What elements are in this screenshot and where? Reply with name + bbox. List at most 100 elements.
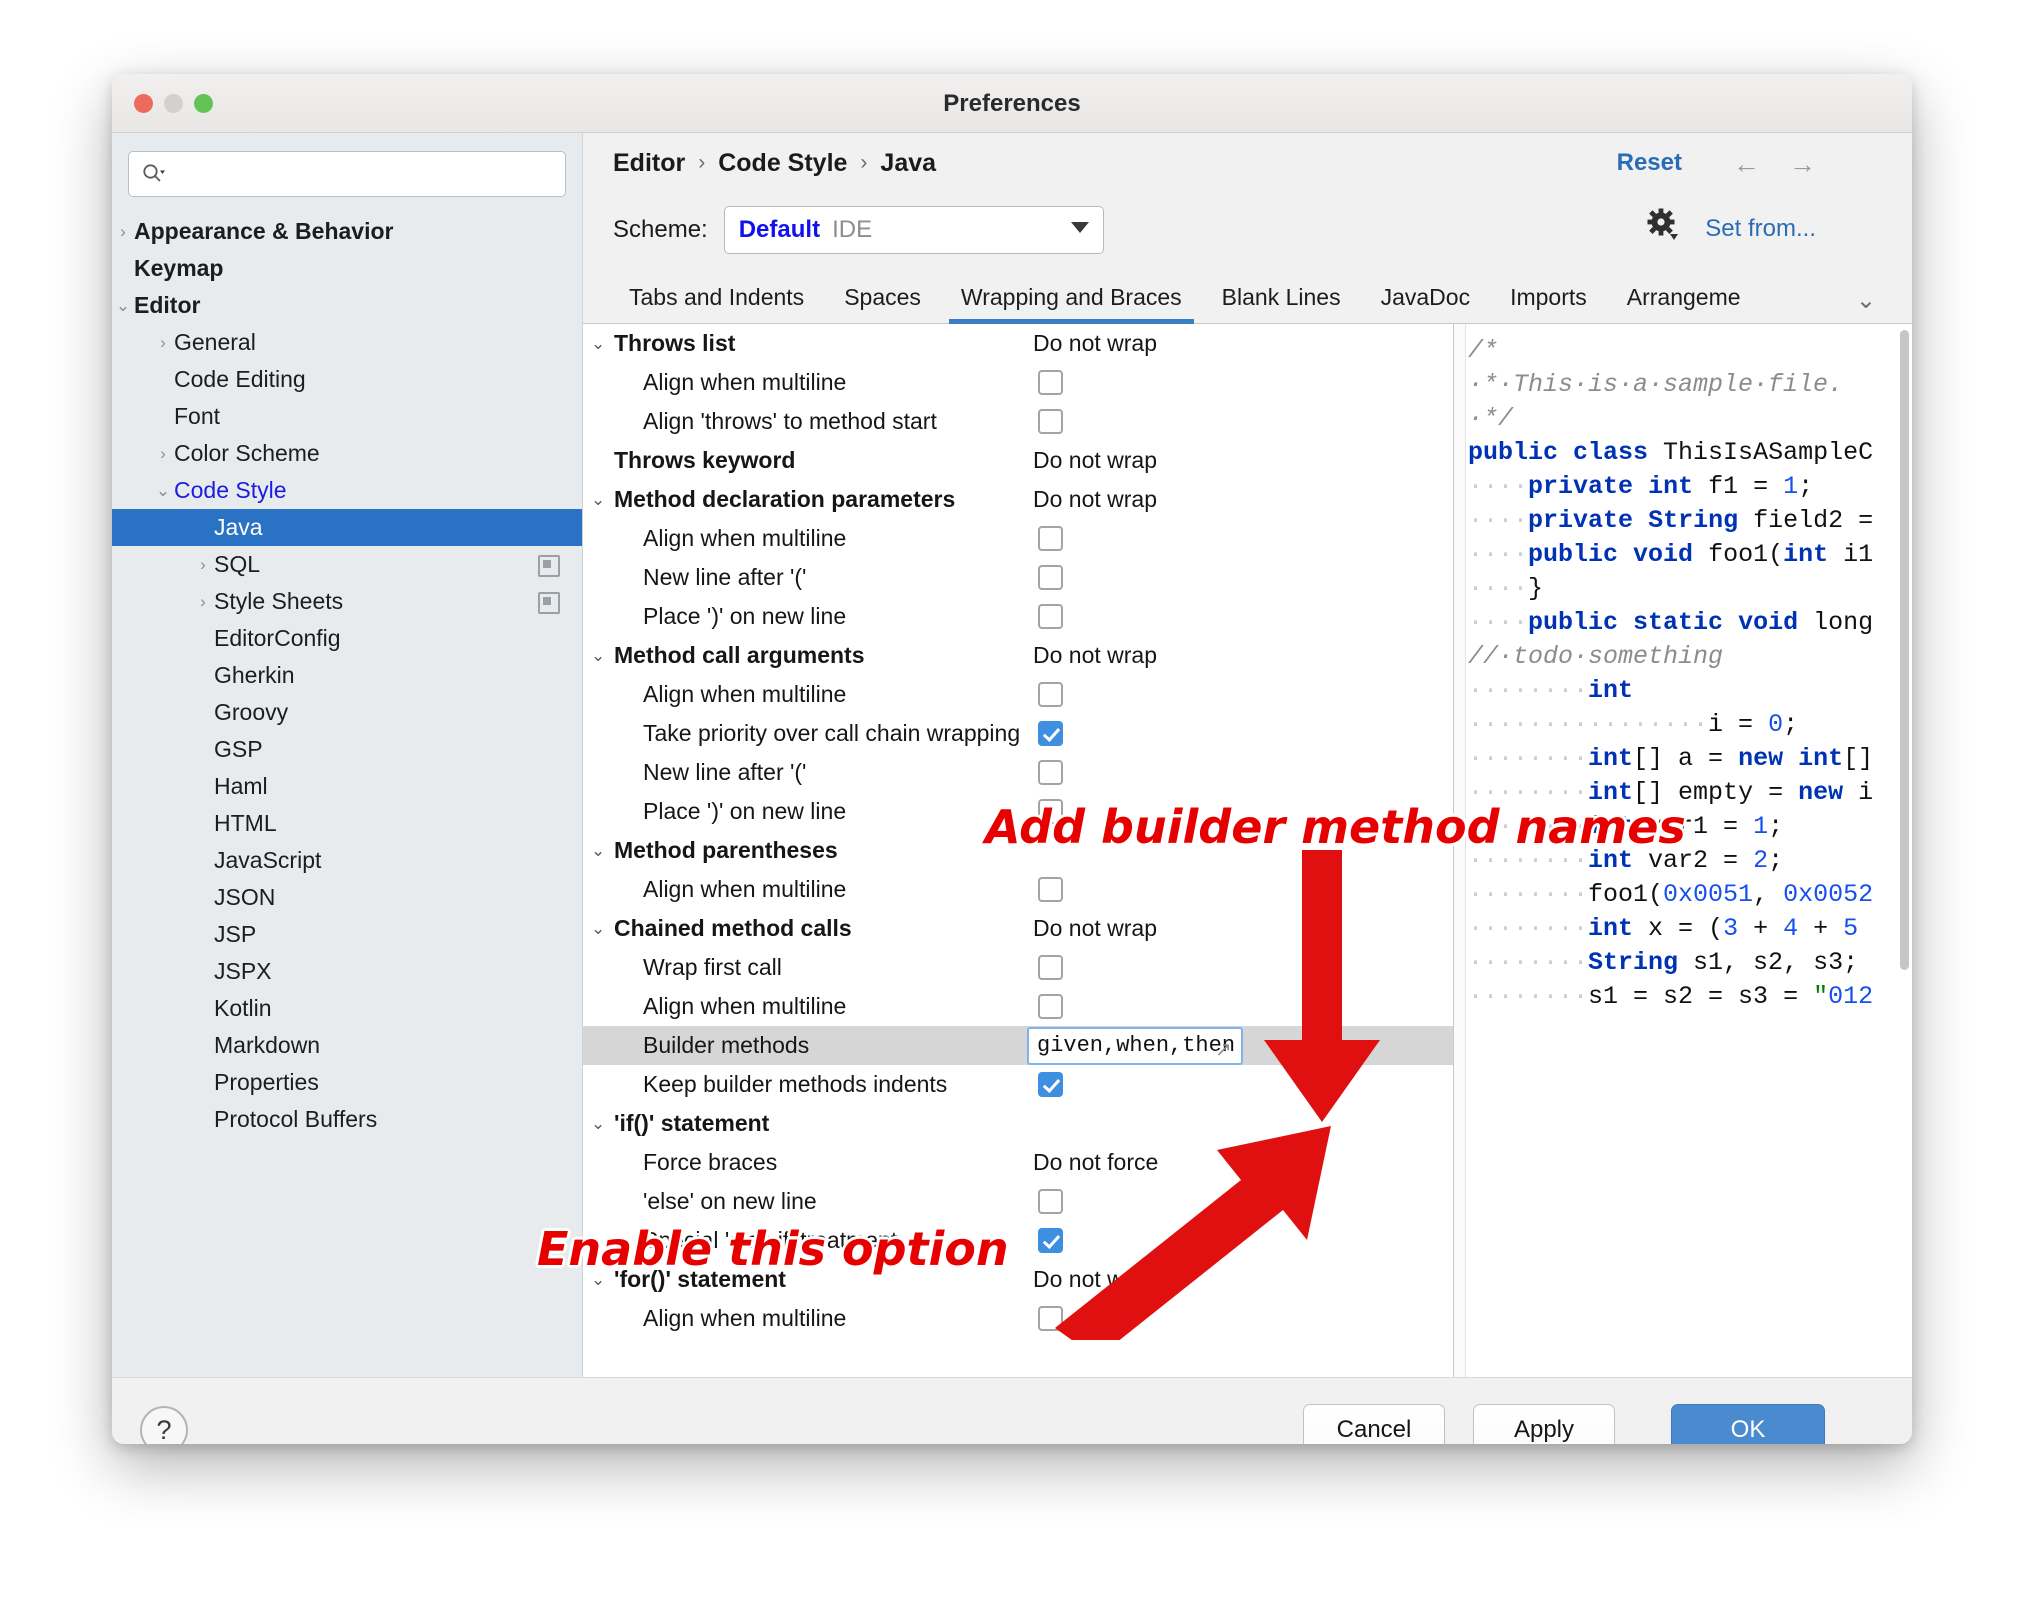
gear-icon[interactable] — [1646, 207, 1680, 241]
sidebar-item-code-editing[interactable]: Code Editing — [112, 361, 582, 398]
option-row[interactable]: ⌄ Chained method calls Do not wrap — [583, 909, 1453, 948]
sidebar-item-json[interactable]: JSON — [112, 879, 582, 916]
option-checkbox[interactable] — [1038, 721, 1063, 746]
option-checkbox[interactable] — [1038, 877, 1063, 902]
sidebar-item-editor[interactable]: ⌄ Editor — [112, 287, 582, 324]
chevron-down-icon[interactable]: ⌄ — [112, 297, 134, 314]
option-row[interactable]: Place ')' on new line — [583, 597, 1453, 636]
cancel-button[interactable]: Cancel — [1303, 1404, 1445, 1444]
tab-arrangeme[interactable]: Arrangeme — [1607, 284, 1761, 323]
option-checkbox[interactable] — [1038, 409, 1063, 434]
tab-tabs-and-indents[interactable]: Tabs and Indents — [609, 284, 824, 323]
option-row[interactable]: ⌄ Throws list Do not wrap — [583, 324, 1453, 363]
option-row[interactable]: ⌄ Method declaration parameters Do not wra… — [583, 480, 1453, 519]
sidebar-item-html[interactable]: HTML — [112, 805, 582, 842]
back-arrow-icon[interactable]: ← — [1733, 149, 1760, 180]
sidebar-item-markdown[interactable]: Markdown — [112, 1027, 582, 1064]
expand-icon[interactable]: ↗ — [1215, 1037, 1237, 1061]
chevron-right-icon[interactable]: › — [192, 593, 214, 610]
breadcrumb-editor[interactable]: Editor — [613, 149, 685, 178]
breadcrumb-code-style[interactable]: Code Style — [718, 149, 847, 178]
sidebar-item-editorconfig[interactable]: EditorConfig — [112, 620, 582, 657]
sidebar-item-font[interactable]: Font — [112, 398, 582, 435]
chevron-right-icon[interactable]: › — [152, 334, 174, 351]
apply-button[interactable]: Apply — [1473, 1404, 1615, 1444]
option-row[interactable]: Take priority over call chain wrapping — [583, 714, 1453, 753]
option-row[interactable]: Builder methods given,when,then ↗ — [583, 1026, 1453, 1065]
option-value[interactable]: Do not force — [1033, 1149, 1158, 1176]
option-row[interactable]: Align when multiline — [583, 363, 1453, 402]
sidebar-item-code-style[interactable]: ⌄ Code Style — [112, 472, 582, 509]
sidebar-item-gsp[interactable]: GSP — [112, 731, 582, 768]
tab-blank-lines[interactable]: Blank Lines — [1202, 284, 1361, 323]
option-checkbox[interactable] — [1038, 1189, 1063, 1214]
chevron-down-icon[interactable]: ⌄ — [591, 920, 605, 937]
builder-methods-input[interactable]: given,when,then ↗ — [1027, 1026, 1243, 1065]
option-value[interactable]: Do not wrap — [1033, 642, 1157, 669]
forward-arrow-icon[interactable]: → — [1789, 149, 1816, 180]
option-row[interactable]: Align when multiline — [583, 1299, 1453, 1338]
chevron-down-icon[interactable]: ⌄ — [591, 335, 605, 352]
chevron-right-icon[interactable]: › — [152, 445, 174, 462]
option-value[interactable]: Do not wrap — [1033, 447, 1157, 474]
tab-wrapping-and-braces[interactable]: Wrapping and Braces — [941, 284, 1202, 324]
option-value[interactable]: Do not wrap — [1033, 1266, 1157, 1293]
option-row[interactable]: ⌄ Method call arguments Do not wrap — [583, 636, 1453, 675]
sidebar-item-appearance-behavior[interactable]: › Appearance & Behavior — [112, 213, 582, 250]
option-row[interactable]: Wrap first call — [583, 948, 1453, 987]
option-checkbox[interactable] — [1038, 370, 1063, 395]
sidebar-item-general[interactable]: › General — [112, 324, 582, 361]
chevron-down-icon[interactable]: ⌄ — [591, 1115, 605, 1132]
option-checkbox[interactable] — [1038, 1228, 1063, 1253]
option-row[interactable]: Force braces Do not force — [583, 1143, 1453, 1182]
option-row[interactable]: New line after '(' — [583, 558, 1453, 597]
option-row[interactable]: ⌄ 'if()' statement — [583, 1104, 1453, 1143]
option-row[interactable]: Throws keyword Do not wrap — [583, 441, 1453, 480]
sidebar-item-protocol-buffers[interactable]: Protocol Buffers — [112, 1101, 582, 1138]
sidebar-item-color-scheme[interactable]: › Color Scheme — [112, 435, 582, 472]
option-checkbox[interactable] — [1038, 760, 1063, 785]
sidebar-item-jspx[interactable]: JSPX — [112, 953, 582, 990]
sidebar-item-groovy[interactable]: Groovy — [112, 694, 582, 731]
option-value[interactable]: Do not wrap — [1033, 330, 1157, 357]
option-row[interactable]: Align when multiline — [583, 987, 1453, 1026]
settings-tabs[interactable]: Tabs and Indents Spaces Wrapping and Brace… — [583, 267, 1912, 324]
option-checkbox[interactable] — [1038, 565, 1063, 590]
tab-spaces[interactable]: Spaces — [824, 284, 941, 323]
sidebar-item-javascript[interactable]: JavaScript — [112, 842, 582, 879]
sidebar-item-java[interactable]: Java — [112, 509, 582, 546]
reset-button[interactable]: Reset — [1617, 149, 1682, 177]
settings-tree[interactable]: › Appearance & Behavior Keymap ⌄ Editor › Gene… — [112, 209, 582, 1377]
chevron-down-icon[interactable]: ⌄ — [591, 647, 605, 664]
option-row[interactable]: Align 'throws' to method start — [583, 402, 1453, 441]
chevron-right-icon[interactable]: › — [192, 556, 214, 573]
help-button[interactable]: ? — [140, 1406, 188, 1444]
option-checkbox[interactable] — [1038, 955, 1063, 980]
chevron-down-icon[interactable]: ⌄ — [591, 842, 605, 859]
tab-javadoc[interactable]: JavaDoc — [1361, 284, 1490, 323]
breadcrumb-java[interactable]: Java — [880, 149, 936, 178]
sidebar-item-properties[interactable]: Properties — [112, 1064, 582, 1101]
option-row[interactable]: Keep builder methods indents — [583, 1065, 1453, 1104]
option-checkbox[interactable] — [1038, 682, 1063, 707]
option-checkbox[interactable] — [1038, 526, 1063, 551]
option-value[interactable]: Do not wrap — [1033, 915, 1157, 942]
chevron-down-icon[interactable]: ⌄ — [591, 491, 605, 508]
option-row[interactable]: New line after '(' — [583, 753, 1453, 792]
tab-imports[interactable]: Imports — [1490, 284, 1607, 323]
option-checkbox[interactable] — [1038, 604, 1063, 629]
search-input[interactable] — [128, 151, 566, 197]
set-from-button[interactable]: Set from... — [1705, 215, 1816, 243]
option-value[interactable]: Do not wrap — [1033, 486, 1157, 513]
option-row[interactable]: 'else' on new line — [583, 1182, 1453, 1221]
sidebar-item-haml[interactable]: Haml — [112, 768, 582, 805]
sidebar-item-gherkin[interactable]: Gherkin — [112, 657, 582, 694]
scheme-dropdown[interactable]: Default IDE — [723, 206, 1104, 254]
sidebar-item-kotlin[interactable]: Kotlin — [112, 990, 582, 1027]
sidebar-item-sql[interactable]: › SQL — [112, 546, 582, 583]
chevron-down-icon[interactable]: ⌄ — [1856, 286, 1876, 315]
option-checkbox[interactable] — [1038, 1072, 1063, 1097]
chevron-down-icon[interactable]: ⌄ — [152, 482, 174, 499]
option-row[interactable]: Align when multiline — [583, 870, 1453, 909]
sidebar-item-keymap[interactable]: Keymap — [112, 250, 582, 287]
